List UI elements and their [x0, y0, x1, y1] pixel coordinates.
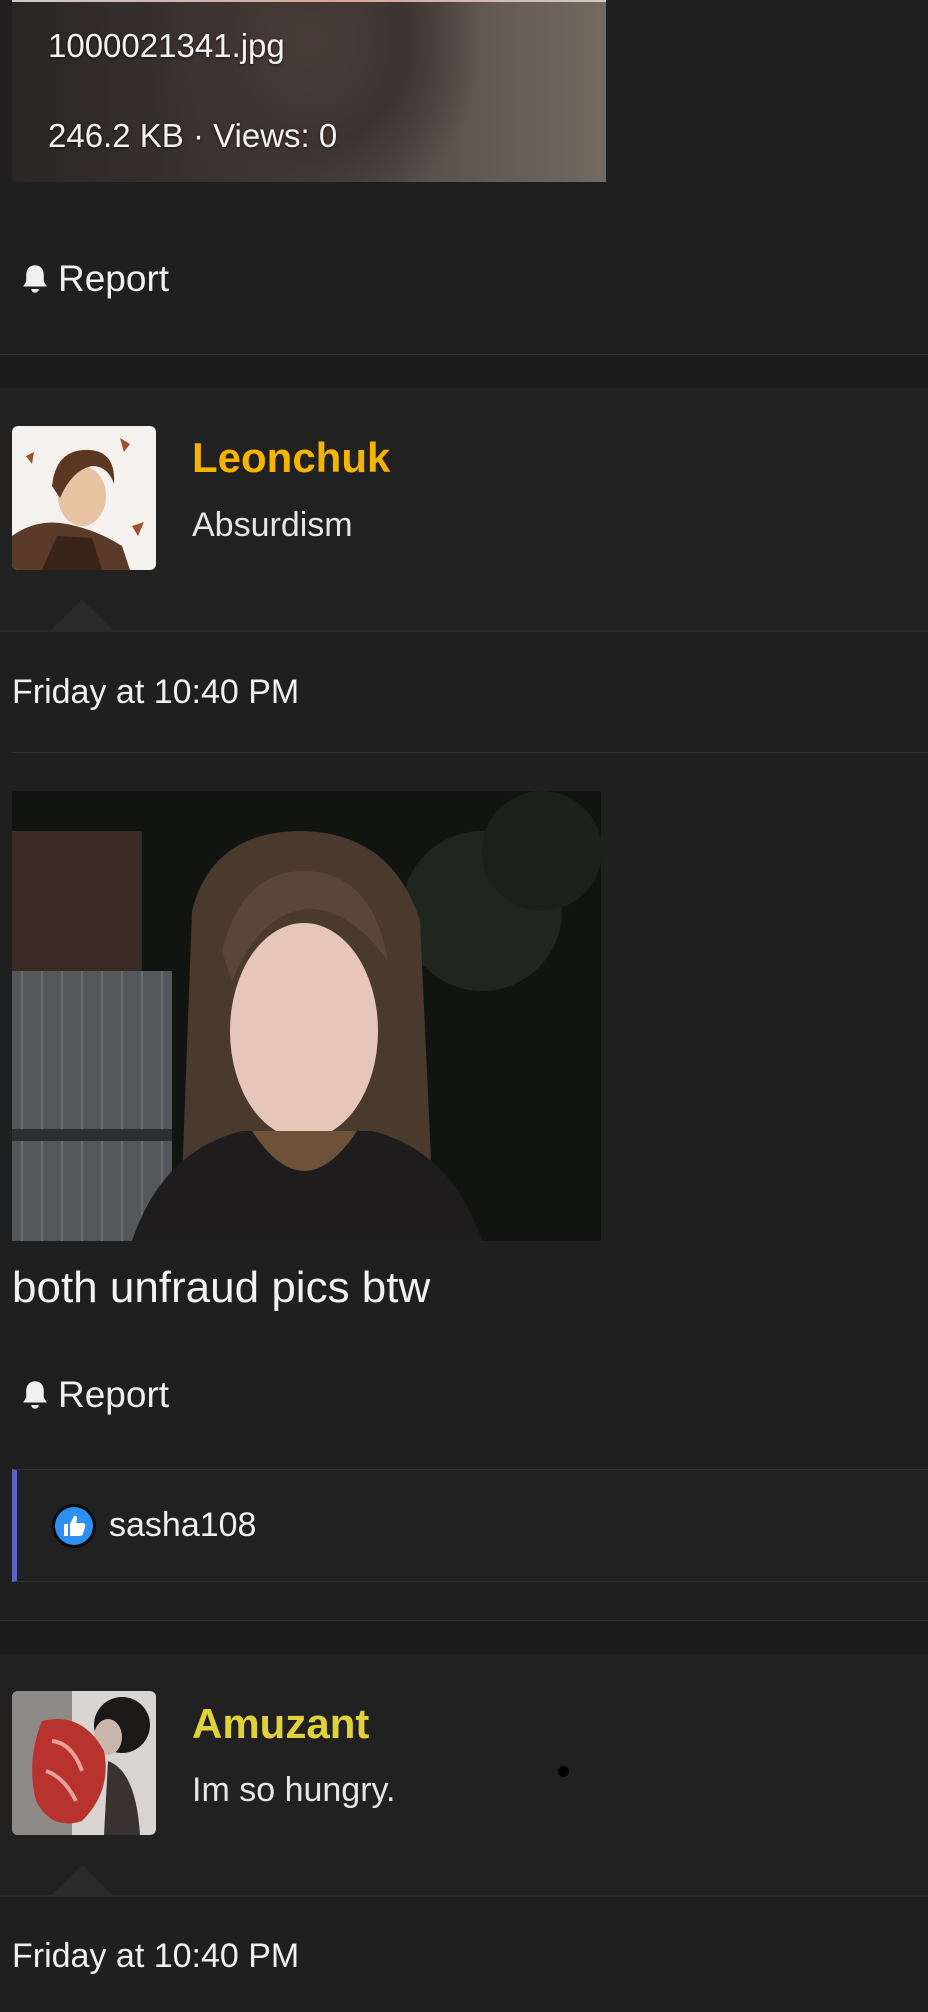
- divider: [12, 752, 928, 753]
- user-title: Absurdism: [192, 506, 353, 544]
- thumbs-up-icon: [52, 1504, 96, 1548]
- reactions-bar[interactable]: sasha108: [12, 1469, 928, 1582]
- header-divider: [0, 630, 928, 632]
- report-label: Report: [58, 1374, 170, 1415]
- post-image-content: [12, 791, 601, 1241]
- avatar-image: [12, 426, 156, 570]
- attachment-meta: 246.2 KB · Views: 0: [48, 117, 338, 154]
- reaction-user-link[interactable]: sasha108: [109, 1506, 256, 1545]
- username[interactable]: Leonchuk: [192, 434, 390, 482]
- report-link[interactable]: Report: [20, 258, 169, 300]
- username[interactable]: Amuzant: [192, 1700, 369, 1748]
- floating-dot: [558, 1766, 569, 1777]
- post-message: both unfraud pics btw: [12, 1263, 431, 1312]
- header-pointer: [50, 599, 114, 631]
- post-image[interactable]: [12, 791, 601, 1241]
- report-label: Report: [58, 258, 170, 299]
- header-divider: [0, 1895, 928, 1897]
- avatar[interactable]: [12, 426, 156, 570]
- report-link[interactable]: Report: [20, 1374, 169, 1416]
- post-separator: [0, 1620, 928, 1655]
- post-separator: [0, 354, 928, 389]
- bell-icon: [23, 265, 47, 293]
- bell-icon: [23, 1381, 47, 1409]
- avatar-image: [12, 1691, 156, 1835]
- attachment-thumbnail[interactable]: 1000021341.jpg 246.2 KB · Views: 0: [12, 0, 606, 182]
- user-title: Im so hungry.: [192, 1771, 396, 1809]
- attachment-filename: 1000021341.jpg: [48, 27, 285, 64]
- post-timestamp[interactable]: Friday at 10:40 PM: [12, 673, 299, 712]
- header-pointer: [50, 1865, 114, 1897]
- post-timestamp[interactable]: Friday at 10:40 PM: [12, 1937, 299, 1976]
- avatar[interactable]: [12, 1691, 156, 1835]
